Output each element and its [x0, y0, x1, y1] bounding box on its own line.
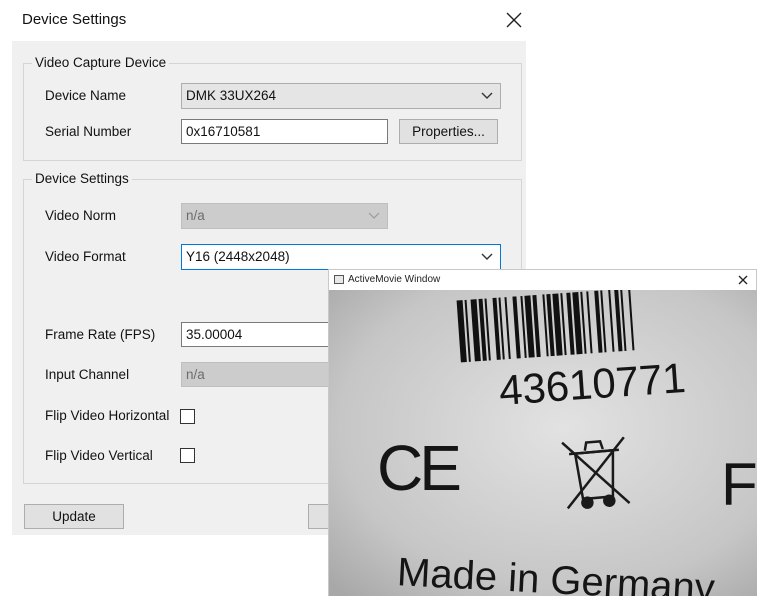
device-name-dropdown[interactable]: DMK 33UX264 — [181, 83, 501, 109]
video-format-label: Video Format — [45, 249, 126, 264]
video-format-value: Y16 (2448x2048) — [186, 249, 290, 264]
flip-horizontal-checkbox[interactable] — [180, 409, 195, 424]
flip-vertical-checkbox[interactable] — [180, 448, 195, 463]
video-norm-dropdown: n/a — [181, 203, 388, 229]
input-channel-label: Input Channel — [45, 367, 130, 382]
ce-mark-text: CE — [377, 432, 459, 504]
video-norm-value: n/a — [186, 208, 205, 223]
device-name-value: DMK 33UX264 — [186, 88, 277, 103]
video-capture-device-group: Video Capture Device Device Name DMK 33U… — [23, 55, 522, 161]
chevron-down-icon — [481, 92, 493, 99]
chevron-down-icon — [368, 212, 380, 219]
group-title: Device Settings — [32, 171, 132, 186]
frame-rate-label: Frame Rate (FPS) — [45, 327, 156, 342]
flip-horizontal-label: Flip Video Horizontal — [45, 408, 170, 423]
group-title: Video Capture Device — [32, 55, 170, 70]
window-icon — [334, 275, 344, 284]
movie-window-title: ActiveMovie Window — [348, 274, 441, 285]
serial-number-label: Serial Number — [45, 124, 132, 139]
video-norm-label: Video Norm — [45, 208, 117, 223]
device-name-label: Device Name — [45, 88, 127, 103]
video-preview: 43610771 CE F Made in Germany — [329, 290, 757, 596]
video-format-dropdown[interactable]: Y16 (2448x2048) — [181, 244, 501, 270]
close-icon[interactable] — [502, 8, 526, 32]
serial-number-field[interactable]: 0x16710581 — [181, 119, 388, 144]
flip-vertical-label: Flip Video Vertical — [45, 448, 153, 463]
dialog-title: Device Settings — [22, 11, 127, 28]
properties-button[interactable]: Properties... — [399, 119, 498, 144]
update-button[interactable]: Update — [24, 504, 124, 529]
partial-letter: F — [721, 451, 757, 518]
close-icon[interactable] — [736, 273, 750, 287]
video-frame: 43610771 CE F Made in Germany — [329, 290, 757, 596]
activemovie-window: ActiveMovie Window 43610771 CE F Made in… — [328, 269, 757, 596]
chevron-down-icon — [481, 253, 493, 260]
